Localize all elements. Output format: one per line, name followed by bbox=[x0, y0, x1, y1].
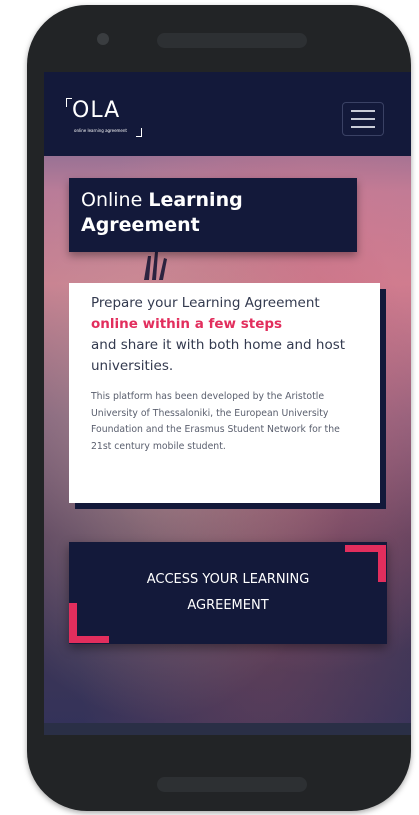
cta-label: ACCESS YOUR LEARNING AGREEMENT bbox=[146, 572, 310, 613]
hamburger-line bbox=[351, 126, 375, 128]
info-card: Prepare your Learning Agreement online w… bbox=[69, 283, 380, 503]
lead-line-1: Prepare your Learning Agreement bbox=[91, 295, 320, 311]
logo-corner-bottom-right bbox=[136, 128, 142, 137]
hamburger-menu-icon bbox=[351, 110, 375, 112]
raised-hand-icon bbox=[144, 252, 167, 280]
page-title: Online Learning Agreement bbox=[69, 178, 357, 252]
screen: OLA online learning agreement Online Lea… bbox=[44, 72, 411, 735]
camera-icon bbox=[97, 33, 109, 45]
title-light: Online bbox=[81, 189, 143, 211]
speaker-grille bbox=[157, 33, 307, 48]
logo-subtitle: online learning agreement bbox=[74, 128, 127, 133]
menu-toggle-button[interactable] bbox=[342, 102, 384, 136]
lead-line-2: and share it with both home and host uni… bbox=[91, 337, 346, 374]
lead-text: Prepare your Learning Agreement online w… bbox=[91, 293, 358, 377]
lead-accent: online within a few steps bbox=[91, 316, 283, 332]
title-bold-learning: Learning bbox=[148, 189, 243, 211]
logo-text: OLA bbox=[72, 98, 121, 123]
title-bold-agreement: Agreement bbox=[81, 214, 200, 236]
access-learning-agreement-button[interactable]: ACCESS YOUR LEARNING AGREEMENT bbox=[69, 542, 387, 644]
cta-corner-bottom-left-horizontal bbox=[69, 636, 109, 643]
cta-corner-top-right-vertical bbox=[378, 545, 386, 582]
screen-bottom-strip bbox=[44, 723, 411, 735]
platform-description: This platform has been developed by the … bbox=[91, 391, 340, 452]
ola-logo[interactable]: OLA online learning agreement bbox=[66, 98, 146, 138]
home-bar[interactable] bbox=[157, 777, 307, 792]
hamburger-line bbox=[351, 118, 375, 120]
navbar: OLA online learning agreement bbox=[44, 72, 411, 156]
